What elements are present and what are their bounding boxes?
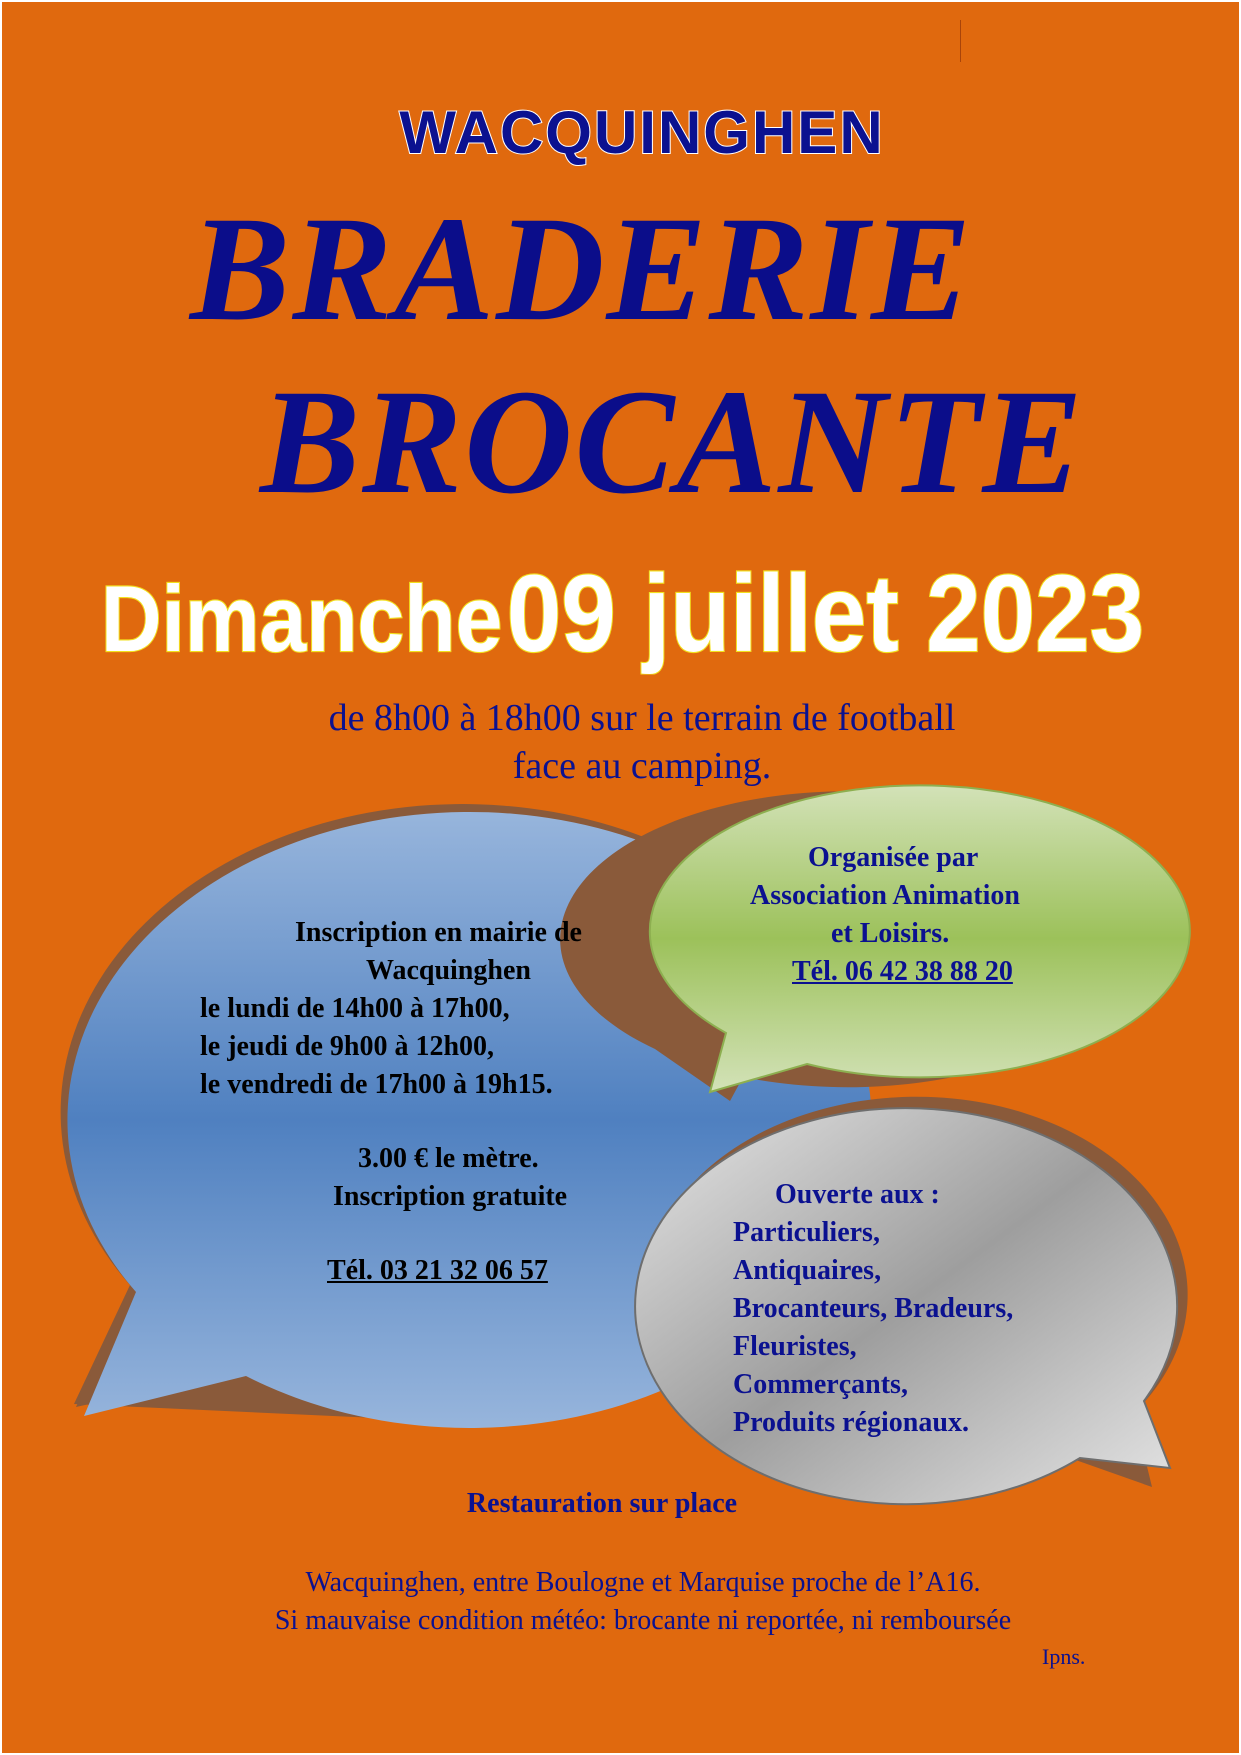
schedule-friday: le vendredi de 17h00 à 19h15.: [200, 1069, 553, 1100]
blue-bubble-text: Inscription en mairie de Wacquinghen le …: [200, 914, 640, 1290]
organizer-heading: Organisée par: [808, 842, 979, 873]
registration-phone[interactable]: Tél. 03 21 32 06 57: [200, 1252, 640, 1290]
poster: WACQUINGHEN BRADERIE BROCANTE Dimanche 0…: [2, 2, 1239, 1753]
schedule-thursday: le jeudi de 9h00 à 12h00,: [200, 1031, 495, 1062]
price-per-meter: 3.00 € le mètre.: [358, 1143, 539, 1174]
ipns-mention: Ipns.: [1042, 1644, 1086, 1669]
access-info: Wacquinghen, entre Boulogne et Marquise …: [305, 1567, 981, 1598]
green-bubble-text: Organisée par Association Animation et L…: [750, 839, 1020, 991]
organizer-phone[interactable]: Tél. 06 42 38 88 20: [750, 953, 1020, 991]
open-to-heading: Ouverte aux :: [775, 1179, 940, 1210]
organizer-name-cont: et Loisirs.: [831, 918, 950, 949]
grey-bubble-text: Ouverte aux : Particuliers, Antiquaires,…: [733, 1176, 1013, 1442]
schedule-monday: le lundi de 14h00 à 17h00,: [200, 993, 510, 1024]
practical-info: Wacquinghen, entre Boulogne et Marquise …: [2, 1564, 1239, 1640]
free-registration: Inscription gratuite: [333, 1181, 568, 1212]
open-to-item: Brocanteurs, Bradeurs,: [733, 1293, 1014, 1324]
open-to-item: Particuliers,: [733, 1217, 880, 1248]
open-to-item: Produits régionaux.: [733, 1407, 969, 1438]
open-to-item: Antiquaires,: [733, 1255, 882, 1286]
organizer-name: Association Animation: [750, 880, 1020, 911]
weather-notice: Si mauvaise condition météo: brocante ni…: [274, 1605, 1012, 1636]
registration-place: Wacquinghen: [366, 955, 531, 986]
open-to-item: Commerçants,: [733, 1369, 908, 1400]
catering-notice: Restauration sur place: [466, 1488, 738, 1519]
open-to-item: Fleuristes,: [733, 1331, 857, 1362]
registration-heading: Inscription en mairie de: [295, 917, 582, 948]
